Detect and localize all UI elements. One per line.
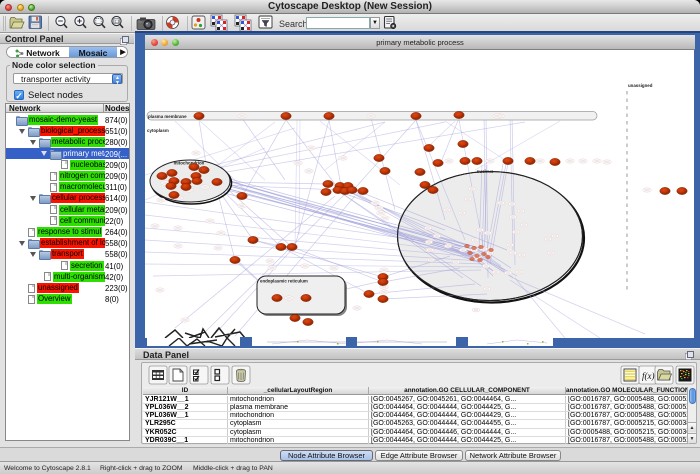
svg-text:nucleus: nucleus bbox=[477, 169, 494, 174]
svg-text:endoplasmic reticulum: endoplasmic reticulum bbox=[260, 279, 308, 284]
svg-text:1:1: 1:1 bbox=[114, 19, 119, 23]
svg-text:unassigned: unassigned bbox=[628, 83, 653, 88]
svg-text:mitochondrion: mitochondrion bbox=[174, 161, 205, 166]
svg-text:plasma membrane: plasma membrane bbox=[148, 114, 187, 119]
svg-text:cytoplasm: cytoplasm bbox=[147, 128, 169, 133]
svg-text:f(x): f(x) bbox=[642, 371, 655, 381]
